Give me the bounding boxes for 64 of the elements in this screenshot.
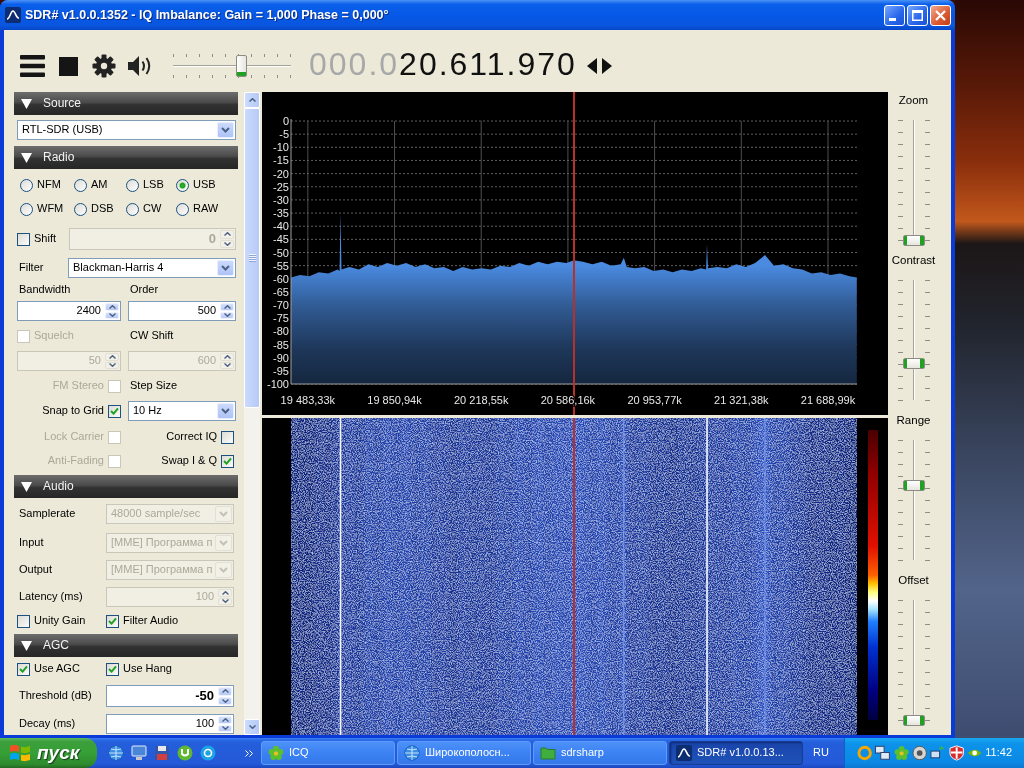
field-label: Threshold (dB) bbox=[18, 688, 93, 704]
field-label: Bandwidth bbox=[18, 282, 72, 298]
tick-label: -35 bbox=[273, 207, 289, 220]
clock: 11:42 bbox=[985, 746, 1012, 760]
field-label: Samplerate bbox=[18, 506, 77, 522]
checkbox-label: Shift bbox=[34, 232, 56, 246]
radio-label: LSB bbox=[143, 178, 164, 192]
field-label: Latency (ms) bbox=[18, 589, 84, 605]
tick-label: 20 218,55k bbox=[454, 394, 509, 406]
checkbox-label: Use Hang bbox=[123, 662, 172, 676]
tick-label: -60 bbox=[273, 272, 289, 285]
tick-label: -10 bbox=[273, 141, 289, 154]
radio-label: CW bbox=[143, 202, 162, 216]
tick-label: 20 953,77k bbox=[627, 394, 682, 406]
slider-label: Range bbox=[896, 413, 931, 428]
tick-label: -95 bbox=[273, 364, 289, 377]
radio-label: NFM bbox=[37, 178, 61, 192]
checkbox-label: Snap to Grid bbox=[42, 404, 104, 418]
checkbox-label: Filter Audio bbox=[123, 614, 179, 628]
tick-label: -25 bbox=[273, 180, 289, 193]
field-label: Decay (ms) bbox=[18, 716, 77, 732]
tick-label: -100 bbox=[266, 378, 289, 390]
tick-label: -55 bbox=[273, 259, 289, 272]
field-label: Order bbox=[129, 282, 160, 298]
tick-label: -20 bbox=[273, 167, 289, 180]
field-label: Input bbox=[18, 535, 45, 551]
tick-label: -80 bbox=[273, 325, 289, 338]
tick-label: -85 bbox=[273, 338, 289, 351]
checkbox-label: Swap I & Q bbox=[161, 454, 217, 468]
checkbox-label: Squelch bbox=[34, 329, 74, 343]
tick-label: -65 bbox=[273, 285, 289, 298]
field-label: Step Size bbox=[129, 378, 179, 394]
slider-label: Zoom bbox=[898, 93, 929, 108]
slider-label: Offset bbox=[898, 573, 929, 588]
window-title: SDR# v1.0.0.1352 - IQ Imbalance: Gain = 1,000 Phase = 0,000° bbox=[25, 7, 389, 23]
radio-label: AM bbox=[91, 178, 108, 192]
tick-label: -70 bbox=[273, 299, 289, 312]
slider-label: Contrast bbox=[891, 253, 936, 268]
tick-label: -15 bbox=[273, 154, 289, 167]
tick-label: -90 bbox=[273, 351, 289, 364]
tick-label: 21 321,38k bbox=[714, 394, 769, 406]
tick-label: -75 bbox=[273, 312, 289, 325]
radio-label: DSB bbox=[91, 202, 114, 216]
field-label: CW Shift bbox=[129, 328, 175, 344]
tick-label: 21 688,99k bbox=[800, 394, 856, 406]
radio-label: WFM bbox=[37, 202, 64, 216]
tick-label: -40 bbox=[273, 220, 289, 233]
checkbox-label: Use AGC bbox=[34, 662, 80, 676]
tick-label: 0 bbox=[282, 115, 289, 127]
field-label: Output bbox=[18, 562, 54, 578]
field-label: Filter bbox=[18, 260, 45, 276]
tick-label: -50 bbox=[273, 246, 289, 259]
checkbox-label: FM Stereo bbox=[52, 379, 104, 393]
tick-label: 19 483,33k bbox=[280, 394, 336, 406]
radio-label: RAW bbox=[193, 202, 219, 216]
tick-label: 19 850,94k bbox=[367, 394, 422, 406]
tick-label: -5 bbox=[279, 128, 289, 141]
checkbox-label: Lock Carrier bbox=[44, 430, 104, 444]
radio-label: USB bbox=[193, 178, 216, 192]
tick-label: -45 bbox=[273, 233, 289, 246]
checkbox-label: Correct IQ bbox=[166, 430, 217, 444]
tick-label: -30 bbox=[273, 193, 289, 206]
checkbox-label: Anti-Fading bbox=[47, 454, 104, 468]
checkbox-label: Unity Gain bbox=[34, 614, 86, 628]
